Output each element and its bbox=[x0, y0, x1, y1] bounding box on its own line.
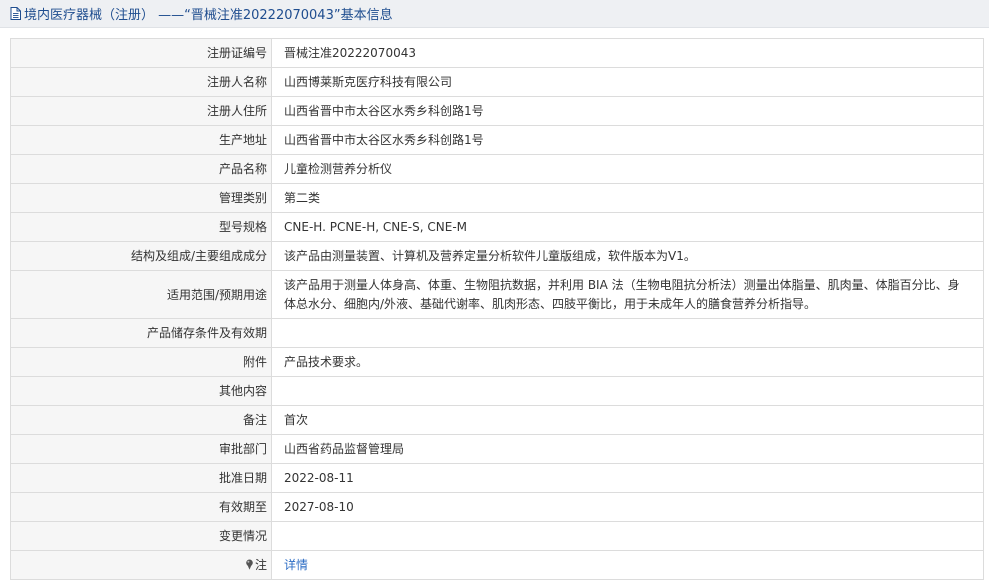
table-row: 批准日期 2022-08-11 bbox=[10, 463, 984, 493]
field-value bbox=[271, 521, 984, 551]
field-label: 结构及组成/主要组成成分 bbox=[10, 241, 272, 271]
note-label-cell: 注 bbox=[10, 550, 272, 580]
field-label: 备注 bbox=[10, 405, 272, 435]
field-label: 管理类别 bbox=[10, 183, 272, 213]
field-value: 山西省药品监督管理局 bbox=[271, 434, 984, 464]
field-value: 2027-08-10 bbox=[271, 492, 984, 522]
field-value bbox=[271, 318, 984, 348]
table-row: 审批部门 山西省药品监督管理局 bbox=[10, 434, 984, 464]
field-label: 产品储存条件及有效期 bbox=[10, 318, 272, 348]
table-row: 备注 首次 bbox=[10, 405, 984, 435]
table-row-note: 注 详情 bbox=[10, 550, 984, 580]
note-value-cell: 详情 bbox=[271, 550, 984, 580]
field-label: 变更情况 bbox=[10, 521, 272, 551]
table-row: 适用范围/预期用途 该产品用于测量人体身高、体重、生物阻抗数据，并利用 BIA … bbox=[10, 270, 984, 319]
field-value bbox=[271, 376, 984, 406]
table-row: 变更情况 bbox=[10, 521, 984, 551]
table-row: 结构及组成/主要组成成分 该产品由测量装置、计算机及营养定量分析软件儿童版组成，… bbox=[10, 241, 984, 271]
field-value: 山西博莱斯克医疗科技有限公司 bbox=[271, 67, 984, 97]
table-row: 产品名称 儿童检测营养分析仪 bbox=[10, 154, 984, 184]
field-value: 首次 bbox=[271, 405, 984, 435]
field-label: 型号规格 bbox=[10, 212, 272, 242]
table-row: 型号规格 CNE-H. PCNE-H, CNE-S, CNE-M bbox=[10, 212, 984, 242]
field-label: 附件 bbox=[10, 347, 272, 377]
table-row: 注册证编号 晋械注准20222070043 bbox=[10, 38, 984, 68]
field-label: 产品名称 bbox=[10, 154, 272, 184]
table-row: 有效期至 2027-08-10 bbox=[10, 492, 984, 522]
field-value: 该产品由测量装置、计算机及营养定量分析软件儿童版组成，软件版本为V1。 bbox=[271, 241, 984, 271]
field-value: 晋械注准20222070043 bbox=[271, 38, 984, 68]
field-value: 山西省晋中市太谷区水秀乡科创路1号 bbox=[271, 96, 984, 126]
table-row: 管理类别 第二类 bbox=[10, 183, 984, 213]
info-table-container: 注册证编号 晋械注准20222070043 注册人名称 山西博莱斯克医疗科技有限… bbox=[10, 38, 984, 580]
table-row: 注册人名称 山西博莱斯克医疗科技有限公司 bbox=[10, 67, 984, 97]
field-value: CNE-H. PCNE-H, CNE-S, CNE-M bbox=[271, 212, 984, 242]
field-label: 注册人名称 bbox=[10, 67, 272, 97]
field-label: 生产地址 bbox=[10, 125, 272, 155]
table-row: 注册人住所 山西省晋中市太谷区水秀乡科创路1号 bbox=[10, 96, 984, 126]
field-label: 审批部门 bbox=[10, 434, 272, 464]
page-title-bar: 境内医疗器械（注册） ——“晋械注准20222070043”基本信息 bbox=[0, 0, 989, 28]
field-value: 儿童检测营养分析仪 bbox=[271, 154, 984, 184]
document-icon bbox=[10, 7, 21, 20]
field-value: 第二类 bbox=[271, 183, 984, 213]
pin-icon bbox=[245, 559, 254, 570]
field-value: 山西省晋中市太谷区水秀乡科创路1号 bbox=[271, 125, 984, 155]
field-label: 适用范围/预期用途 bbox=[10, 270, 272, 319]
table-row: 产品储存条件及有效期 bbox=[10, 318, 984, 348]
field-label: 注册人住所 bbox=[10, 96, 272, 126]
note-label: 注 bbox=[254, 558, 267, 572]
field-label: 批准日期 bbox=[10, 463, 272, 493]
field-label: 其他内容 bbox=[10, 376, 272, 406]
field-value: 2022-08-11 bbox=[271, 463, 984, 493]
field-value: 产品技术要求。 bbox=[271, 347, 984, 377]
details-link[interactable]: 详情 bbox=[284, 558, 308, 572]
field-label: 有效期至 bbox=[10, 492, 272, 522]
table-row: 附件 产品技术要求。 bbox=[10, 347, 984, 377]
field-value: 该产品用于测量人体身高、体重、生物阻抗数据，并利用 BIA 法（生物电阻抗分析法… bbox=[271, 270, 984, 319]
field-label: 注册证编号 bbox=[10, 38, 272, 68]
page-title: 境内医疗器械（注册） ——“晋械注准20222070043”基本信息 bbox=[24, 8, 393, 23]
info-table: 注册证编号 晋械注准20222070043 注册人名称 山西博莱斯克医疗科技有限… bbox=[10, 38, 984, 580]
table-row: 生产地址 山西省晋中市太谷区水秀乡科创路1号 bbox=[10, 125, 984, 155]
table-row: 其他内容 bbox=[10, 376, 984, 406]
